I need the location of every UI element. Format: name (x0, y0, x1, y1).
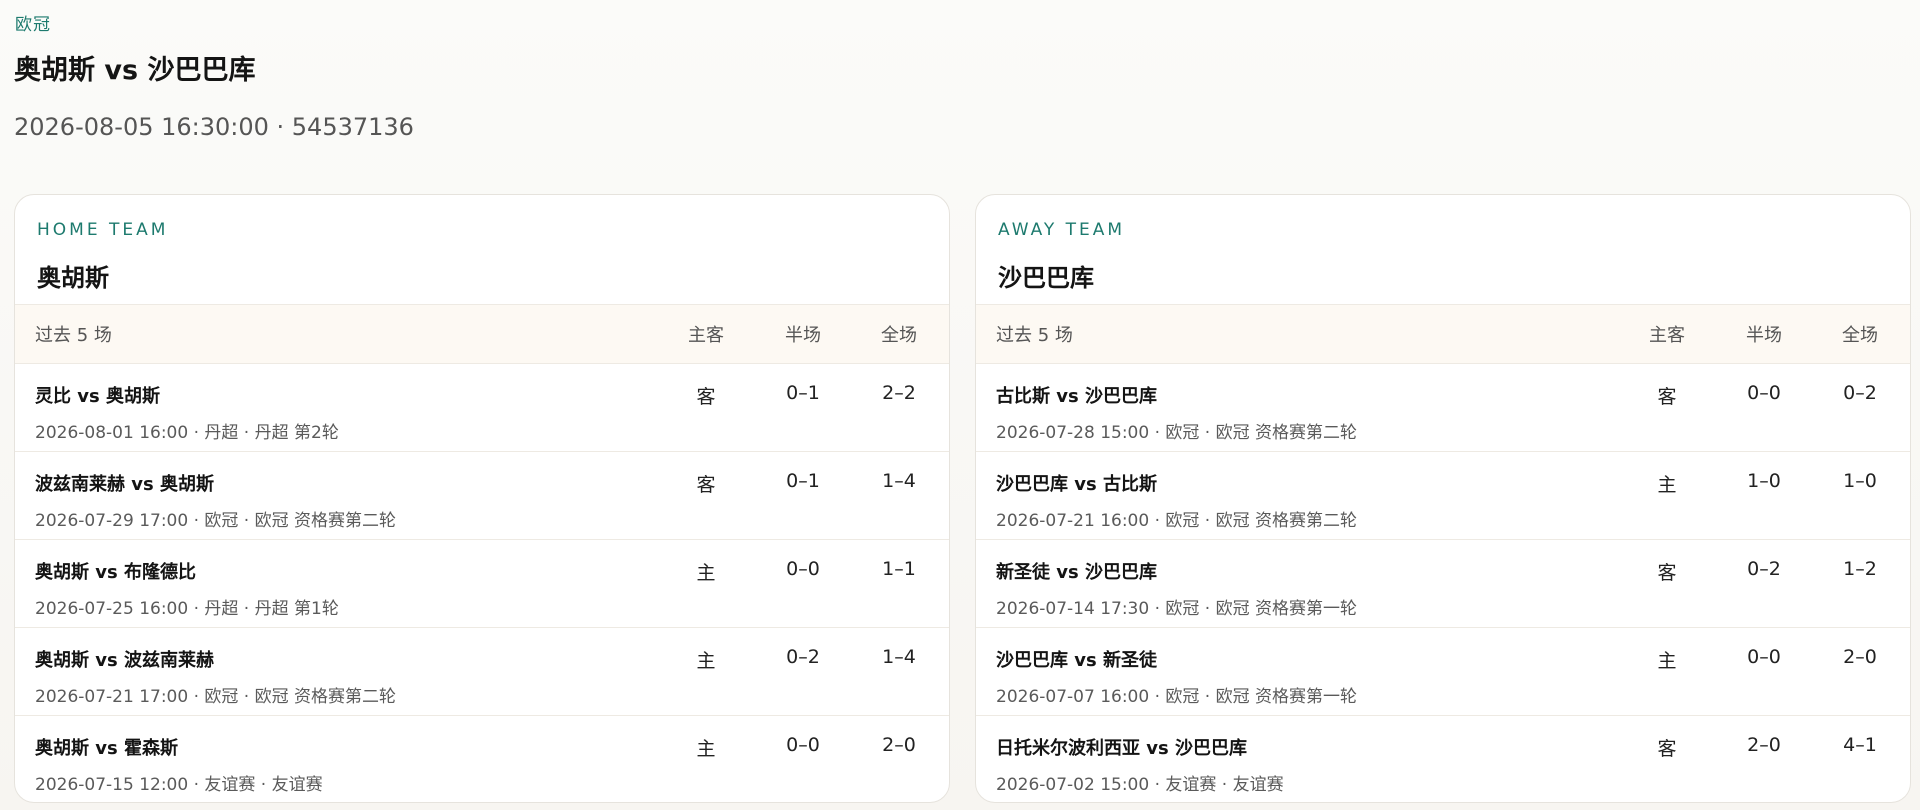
half-time-score: 0–1 (786, 382, 820, 404)
full-time-score: 2–0 (882, 734, 916, 756)
table-row[interactable]: 古比斯 vs 沙巴巴库 2026-07-28 15:00 · 欧冠 · 欧冠 资格… (976, 364, 1910, 452)
match-name: 灵比 vs 奥胡斯 (35, 386, 160, 407)
card-header: AWAY TEAM 沙巴巴库 (976, 195, 1910, 304)
home-away-cell: 客 (1657, 738, 1677, 760)
match-info: 2026-07-02 15:00 · 友谊赛 · 友谊赛 (996, 775, 1284, 795)
full-time-score: 1–0 (1843, 470, 1877, 492)
home-away-cell: 客 (696, 474, 716, 496)
table-header: 过去 5 场 主客 半场 全场 (976, 304, 1910, 364)
table-row[interactable]: 沙巴巴库 vs 新圣徒 2026-07-07 16:00 · 欧冠 · 欧冠 资格… (976, 628, 1910, 716)
full-time-score: 1–4 (882, 470, 916, 492)
column-header-home-away: 主客 (688, 325, 724, 346)
column-header-half-time: 半场 (1746, 325, 1782, 346)
half-time-score: 0–0 (1747, 382, 1781, 404)
full-time-score: 1–1 (882, 558, 916, 580)
table-row[interactable]: 日托米尔波利西亚 vs 沙巴巴库 2026-07-02 15:00 · 友谊赛 ·… (976, 716, 1910, 802)
home-away-cell: 客 (1657, 386, 1677, 408)
match-name: 奥胡斯 vs 波兹南莱赫 (35, 650, 214, 671)
half-time-score: 0–0 (786, 734, 820, 756)
match-info: 2026-07-15 12:00 · 友谊赛 · 友谊赛 (35, 775, 323, 795)
table-row[interactable]: 沙巴巴库 vs 古比斯 2026-07-21 16:00 · 欧冠 · 欧冠 资格… (976, 452, 1910, 540)
match-info: 2026-07-25 16:00 · 丹超 · 丹超 第1轮 (35, 599, 339, 619)
table-header: 过去 5 场 主客 半场 全场 (15, 304, 949, 364)
match-name: 日托米尔波利西亚 vs 沙巴巴库 (996, 738, 1247, 759)
table-row[interactable]: 奥胡斯 vs 波兹南莱赫 2026-07-21 17:00 · 欧冠 · 欧冠 资… (15, 628, 949, 716)
half-time-score: 0–1 (786, 470, 820, 492)
half-time-score: 0–0 (786, 558, 820, 580)
column-header-title: 过去 5 场 (35, 325, 112, 346)
table-row[interactable]: 奥胡斯 vs 霍森斯 2026-07-15 12:00 · 友谊赛 · 友谊赛 主… (15, 716, 949, 802)
table-row[interactable]: 波兹南莱赫 vs 奥胡斯 2026-07-29 17:00 · 欧冠 · 欧冠 资… (15, 452, 949, 540)
table-row[interactable]: 新圣徒 vs 沙巴巴库 2026-07-14 17:30 · 欧冠 · 欧冠 资格… (976, 540, 1910, 628)
match-name: 沙巴巴库 vs 新圣徒 (996, 650, 1157, 671)
column-header-full-time: 全场 (1842, 325, 1878, 346)
column-header-title: 过去 5 场 (996, 325, 1073, 346)
match-name: 新圣徒 vs 沙巴巴库 (996, 562, 1157, 583)
half-time-score: 0–2 (1747, 558, 1781, 580)
full-time-score: 2–2 (882, 382, 916, 404)
full-time-score: 4–1 (1843, 734, 1877, 756)
match-name: 奥胡斯 vs 布隆德比 (35, 562, 196, 583)
match-name: 沙巴巴库 vs 古比斯 (996, 474, 1157, 495)
match-name: 波兹南莱赫 vs 奥胡斯 (35, 474, 214, 495)
match-info: 2026-07-28 15:00 · 欧冠 · 欧冠 资格赛第二轮 (996, 423, 1358, 443)
half-time-score: 1–0 (1747, 470, 1781, 492)
half-time-score: 2–0 (1747, 734, 1781, 756)
home-away-cell: 主 (696, 738, 716, 760)
match-name: 奥胡斯 vs 霍森斯 (35, 738, 178, 759)
home-away-cell: 主 (1657, 474, 1677, 496)
full-time-score: 2–0 (1843, 646, 1877, 668)
table-row[interactable]: 灵比 vs 奥胡斯 2026-08-01 16:00 · 丹超 · 丹超 第2轮 … (15, 364, 949, 452)
full-time-score: 1–4 (882, 646, 916, 668)
match-info: 2026-07-07 16:00 · 欧冠 · 欧冠 资格赛第一轮 (996, 687, 1358, 707)
team-name: 奥胡斯 (37, 264, 109, 292)
table-row[interactable]: 奥胡斯 vs 布隆德比 2026-07-25 16:00 · 丹超 · 丹超 第1… (15, 540, 949, 628)
match-title: 奥胡斯 vs 沙巴巴库 (14, 55, 256, 86)
home-away-cell: 客 (1657, 562, 1677, 584)
team-role-label: HOME TEAM (37, 220, 169, 240)
column-header-home-away: 主客 (1649, 325, 1685, 346)
match-info: 2026-07-21 16:00 · 欧冠 · 欧冠 资格赛第二轮 (996, 511, 1358, 531)
full-time-score: 1–2 (1843, 558, 1877, 580)
home-team-card: HOME TEAM 奥胡斯 过去 5 场 主客 半场 全场 灵比 vs 奥胡斯 2… (14, 194, 950, 803)
home-away-cell: 主 (696, 650, 716, 672)
match-info: 2026-07-29 17:00 · 欧冠 · 欧冠 资格赛第二轮 (35, 511, 397, 531)
home-away-cell: 客 (696, 386, 716, 408)
match-info: 2026-08-01 16:00 · 丹超 · 丹超 第2轮 (35, 423, 339, 443)
match-info: 2026-07-14 17:30 · 欧冠 · 欧冠 资格赛第一轮 (996, 599, 1358, 619)
match-name: 古比斯 vs 沙巴巴库 (996, 386, 1157, 407)
half-time-score: 0–0 (1747, 646, 1781, 668)
away-team-card: AWAY TEAM 沙巴巴库 过去 5 场 主客 半场 全场 古比斯 vs 沙巴… (975, 194, 1911, 803)
home-away-cell: 主 (696, 562, 716, 584)
card-header: HOME TEAM 奥胡斯 (15, 195, 949, 304)
match-info: 2026-07-21 17:00 · 欧冠 · 欧冠 资格赛第二轮 (35, 687, 397, 707)
home-away-cell: 主 (1657, 650, 1677, 672)
full-time-score: 0–2 (1843, 382, 1877, 404)
league-label: 欧冠 (15, 15, 51, 35)
half-time-score: 0–2 (786, 646, 820, 668)
match-meta: 2026-08-05 16:30:00 · 54537136 (14, 113, 414, 141)
column-header-full-time: 全场 (881, 325, 917, 346)
team-name: 沙巴巴库 (998, 264, 1094, 292)
column-header-half-time: 半场 (785, 325, 821, 346)
team-role-label: AWAY TEAM (998, 220, 1126, 240)
